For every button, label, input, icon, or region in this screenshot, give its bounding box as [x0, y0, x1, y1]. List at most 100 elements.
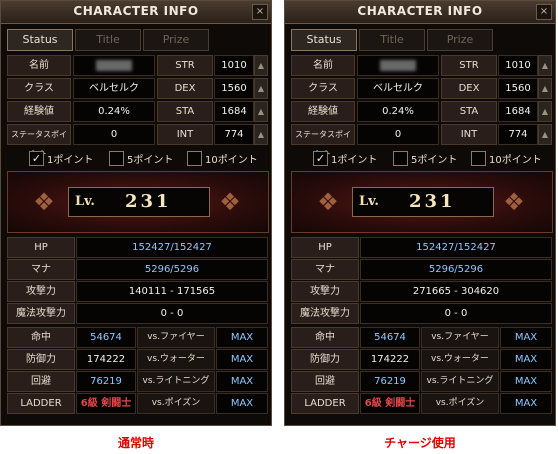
class-label: クラス	[7, 78, 71, 99]
checkbox-label: 1ポイント	[331, 155, 378, 166]
tab-status[interactable]: Status	[7, 29, 73, 51]
str-label: STR	[441, 55, 497, 76]
mana-value: 5296/5296	[76, 259, 268, 280]
exp-label: 経験値	[291, 101, 355, 122]
name-value-blurred	[357, 55, 439, 76]
defense-value: 174222	[360, 349, 420, 370]
name-label: 名前	[291, 55, 355, 76]
class-value: ベルセルク	[73, 78, 155, 99]
window-title: CHARACTER INFO	[357, 4, 483, 18]
caption-charge: チャージ使用	[384, 436, 456, 450]
level-frame: ❖ ❖ Lv. 231	[291, 171, 553, 233]
window-title: CHARACTER INFO	[73, 4, 199, 18]
defense-label: 防御力	[7, 349, 75, 370]
tab-prize[interactable]: Prize	[427, 29, 493, 51]
str-value: 1010	[214, 55, 254, 76]
mana-label: マナ	[7, 259, 75, 280]
checkbox-label: 10ポイント	[489, 155, 542, 166]
sta-increase-arrow-icon[interactable]: ▲	[538, 101, 552, 122]
hp-value: 152427/152427	[360, 237, 552, 258]
sta-value: 1684	[498, 101, 538, 122]
tab-prize[interactable]: Prize	[143, 29, 209, 51]
tab-title[interactable]: Title	[359, 29, 425, 51]
title-bar[interactable]: CHARACTER INFO ×	[1, 1, 271, 24]
sta-label: STA	[441, 101, 497, 122]
status-point-value: 0	[357, 124, 439, 145]
str-increase-arrow-icon[interactable]: ▲	[538, 55, 552, 76]
status-point-label: ステータスポイント	[291, 124, 355, 158]
vs-water-label: vs.ウォーター	[421, 349, 499, 370]
ladder-label: LADDER	[7, 393, 75, 414]
right-ornament-icon: ❖	[503, 188, 525, 216]
tab-title[interactable]: Title	[75, 29, 141, 51]
vs-poison-label: vs.ポイズン	[421, 393, 499, 414]
int-value: 774	[214, 124, 254, 145]
exp-value: 0.24%	[357, 101, 439, 122]
vs-water-value: MAX	[500, 349, 552, 370]
empty-box-icon	[109, 151, 124, 166]
name-label: 名前	[7, 55, 71, 76]
mana-label: マナ	[291, 259, 359, 280]
magic-attack-value: 0 - 0	[76, 303, 268, 324]
vs-lightning-label: vs.ライトニング	[421, 371, 499, 392]
character-info-panel-charge: CHARACTER INFO × Status Title Prize 名前 S…	[284, 0, 556, 426]
attack-value: 140111 - 171565	[76, 281, 268, 302]
hit-value: 54674	[360, 327, 420, 348]
checkbox-label: 5ポイント	[127, 155, 174, 166]
int-increase-arrow-icon[interactable]: ▲	[538, 124, 552, 145]
int-label: INT	[157, 124, 213, 145]
sta-value: 1684	[214, 101, 254, 122]
hit-value: 54674	[76, 327, 136, 348]
left-ornament-icon: ❖	[33, 188, 55, 216]
mana-value: 5296/5296	[360, 259, 552, 280]
str-increase-arrow-icon[interactable]: ▲	[254, 55, 268, 76]
right-ornament-icon: ❖	[219, 188, 241, 216]
close-icon[interactable]: ×	[536, 4, 552, 20]
hp-label: HP	[7, 237, 75, 258]
vs-poison-value: MAX	[216, 393, 268, 414]
ladder-label: LADDER	[291, 393, 359, 414]
dex-increase-arrow-icon[interactable]: ▲	[254, 78, 268, 99]
vs-poison-label: vs.ポイズン	[137, 393, 215, 414]
int-label: INT	[441, 124, 497, 145]
sta-increase-arrow-icon[interactable]: ▲	[254, 101, 268, 122]
level-frame: ❖ ❖ Lv. 231	[7, 171, 269, 233]
evasion-value: 76219	[76, 371, 136, 392]
dex-increase-arrow-icon[interactable]: ▲	[538, 78, 552, 99]
status-point-value: 0	[73, 124, 155, 145]
dex-value: 1560	[498, 78, 538, 99]
dex-value: 1560	[214, 78, 254, 99]
dex-label: DEX	[441, 78, 497, 99]
int-increase-arrow-icon[interactable]: ▲	[254, 124, 268, 145]
tab-status[interactable]: Status	[291, 29, 357, 51]
evasion-label: 回避	[291, 371, 359, 392]
str-value: 1010	[498, 55, 538, 76]
attack-label: 攻撃力	[7, 281, 75, 302]
hp-label: HP	[291, 237, 359, 258]
vs-lightning-value: MAX	[216, 371, 268, 392]
close-icon[interactable]: ×	[252, 4, 268, 20]
vs-lightning-value: MAX	[500, 371, 552, 392]
defense-label: 防御力	[291, 349, 359, 370]
level-box: Lv. 231	[352, 187, 494, 217]
checkbox-label: 5ポイント	[411, 155, 458, 166]
ladder-value: 6級 剣闘士	[76, 393, 136, 414]
level-label: Lv.	[75, 194, 95, 209]
title-bar[interactable]: CHARACTER INFO ×	[285, 1, 555, 24]
magic-attack-value: 0 - 0	[360, 303, 552, 324]
vs-lightning-label: vs.ライトニング	[137, 371, 215, 392]
sta-label: STA	[157, 101, 213, 122]
class-value: ベルセルク	[357, 78, 439, 99]
vs-fire-label: vs.ファイヤー	[137, 327, 215, 348]
ladder-value: 6級 剣闘士	[360, 393, 420, 414]
vs-water-label: vs.ウォーター	[137, 349, 215, 370]
empty-box-icon	[471, 151, 486, 166]
vs-fire-value: MAX	[500, 327, 552, 348]
exp-value: 0.24%	[73, 101, 155, 122]
hit-label: 命中	[291, 327, 359, 348]
hp-value: 152427/152427	[76, 237, 268, 258]
left-ornament-icon: ❖	[317, 188, 339, 216]
evasion-label: 回避	[7, 371, 75, 392]
vs-fire-value: MAX	[216, 327, 268, 348]
empty-box-icon	[187, 151, 202, 166]
